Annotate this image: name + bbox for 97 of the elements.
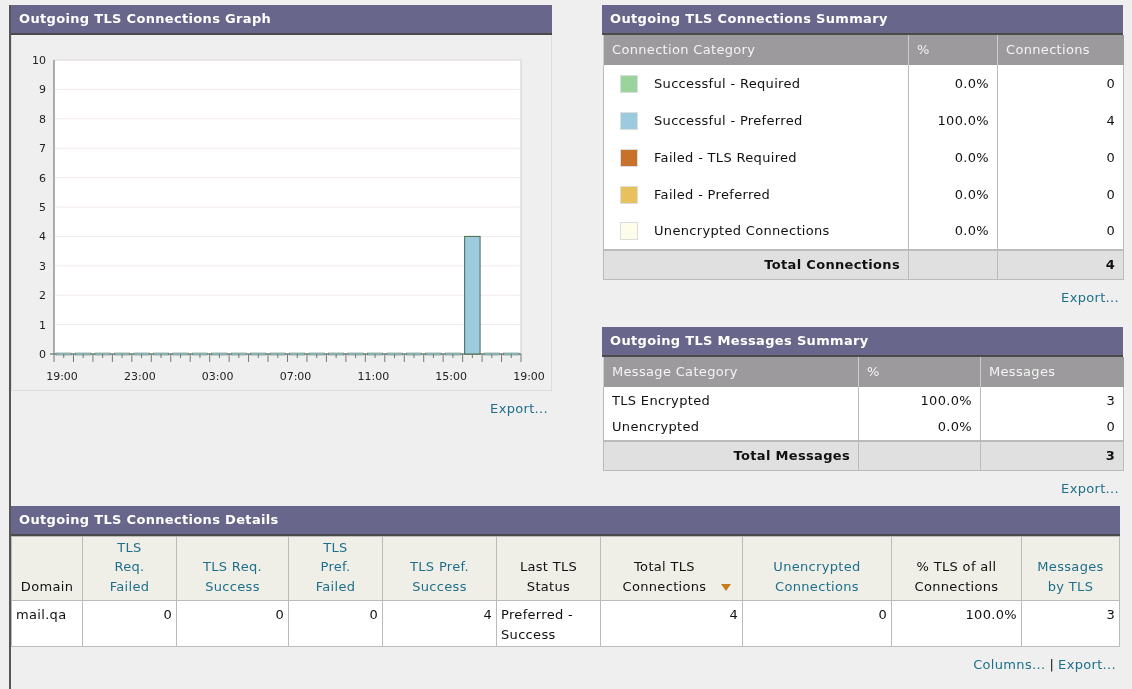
column-header: % TLS of all Connections <box>913 558 1000 596</box>
link-separator: | <box>1049 656 1055 674</box>
x-tick-label: 15:00 <box>435 370 467 383</box>
chart-bar <box>75 352 92 356</box>
count-cell: 0 <box>997 65 1124 102</box>
y-tick-label: 3 <box>39 259 46 273</box>
y-tick-label: 8 <box>39 112 46 126</box>
count-cell: 0 <box>997 139 1124 176</box>
y-tick: 2 <box>39 289 522 303</box>
column-header: Total TLS Connections <box>621 558 708 596</box>
chart-bar <box>483 352 500 356</box>
count-cell: 4 <box>997 102 1124 139</box>
chart-bar <box>94 352 111 356</box>
panel-title-bar: Outgoing TLS Connections Summary <box>602 5 1123 35</box>
export-link[interactable]: Export... <box>1058 655 1116 675</box>
export-link[interactable]: Export... <box>490 399 548 419</box>
chart-bar <box>55 352 72 356</box>
x-tick-label: 11:00 <box>357 370 390 383</box>
y-tick-label: 5 <box>39 201 46 214</box>
percent-cell: 0.0% <box>908 176 998 213</box>
chart-bar <box>269 352 286 356</box>
percent-cell: 100.0% <box>858 387 981 414</box>
percent-cell: 100.0% <box>908 102 998 139</box>
chart-bar <box>308 352 325 356</box>
y-tick: 4 <box>39 230 522 244</box>
chart-bar <box>133 352 150 356</box>
chart-bar <box>172 352 189 356</box>
percent-cell: 0.0% <box>908 65 998 102</box>
y-tick: 6 <box>39 171 522 185</box>
category-label: TLS Encrypted <box>612 391 711 410</box>
chart-bar <box>153 352 169 356</box>
x-tick-label: 03:00 <box>201 370 234 383</box>
panel-title-bar: Outgoing TLS Connections Details <box>11 506 1120 536</box>
category-label: Unencrypted <box>612 418 700 437</box>
category-label: Unencrypted Connections <box>654 222 830 241</box>
chart-bar <box>230 352 247 356</box>
table-cell: 0 <box>176 600 289 647</box>
chart-bar <box>425 352 442 356</box>
chart-bar <box>250 352 267 356</box>
y-tick-label: 1 <box>39 318 46 332</box>
total-label: Total Messages <box>603 441 859 470</box>
y-tick: 0 <box>39 348 522 361</box>
chart-bar <box>444 352 461 356</box>
y-tick-label: 7 <box>39 142 46 156</box>
y-tick: 10 <box>32 54 522 67</box>
y-tick: 8 <box>39 112 522 126</box>
table-cell: 4 <box>600 600 743 647</box>
chart-bar <box>114 352 131 356</box>
chart-bar <box>406 352 422 356</box>
x-tick-label: 07:00 <box>279 370 312 383</box>
table-cell: mail.qa <box>11 600 83 647</box>
x-tick-label: 19:00 <box>513 370 545 383</box>
count-cell: 0 <box>997 176 1124 213</box>
panel-title-bar: Outgoing TLS Messages Summary <box>602 327 1123 357</box>
column-header: Last TLS Status <box>518 558 579 596</box>
category-label: Successful - Preferred <box>654 111 803 130</box>
table-cell: 4 <box>382 600 497 647</box>
chart-bar <box>211 352 228 356</box>
y-tick: 9 <box>39 83 522 97</box>
chart-bar <box>386 352 403 356</box>
y-tick-label: 2 <box>39 289 46 303</box>
table-cell: 100.0% <box>891 600 1022 647</box>
columns-link[interactable]: Columns... <box>973 655 1046 675</box>
total-label: Total Connections <box>603 250 909 279</box>
table-cell: 0 <box>742 600 892 647</box>
chart-bar <box>328 352 345 356</box>
chart-bar <box>347 352 364 356</box>
y-tick-label: 6 <box>39 171 46 185</box>
chart-bar <box>503 352 520 356</box>
table-cell: Preferred - Success <box>496 600 601 647</box>
chart-bar <box>367 352 384 356</box>
export-link[interactable]: Export... <box>1061 478 1119 498</box>
category-label: Successful - Required <box>654 74 801 93</box>
table-cell: 0 <box>288 600 383 647</box>
percent-cell: 0.0% <box>908 139 998 176</box>
column-header: Domain <box>20 577 74 596</box>
y-tick: 7 <box>39 142 522 156</box>
y-tick: 1 <box>39 318 522 332</box>
y-tick-label: 9 <box>39 83 46 97</box>
y-tick: 3 <box>39 259 522 273</box>
table-cell: 0 <box>82 600 177 647</box>
export-link[interactable]: Export... <box>1061 287 1119 307</box>
total-count: 3 <box>980 441 1124 470</box>
x-tick-label: 23:00 <box>124 370 156 383</box>
chart-bar <box>191 352 208 356</box>
y-tick-label: 0 <box>39 348 46 361</box>
chart-bar <box>289 352 306 356</box>
y-tick-label: 4 <box>39 230 46 244</box>
category-label: Failed - Preferred <box>654 185 771 204</box>
count-cell: 3 <box>980 387 1124 414</box>
total-count: 4 <box>997 250 1124 279</box>
y-tick: 5 <box>39 201 522 214</box>
category-label: Failed - TLS Required <box>654 148 797 167</box>
panel-title-bar: Outgoing TLS Connections Graph <box>11 5 552 35</box>
x-tick-label: 19:00 <box>46 370 78 383</box>
table-cell: 3 <box>1021 600 1120 647</box>
y-tick-label: 10 <box>32 54 46 67</box>
